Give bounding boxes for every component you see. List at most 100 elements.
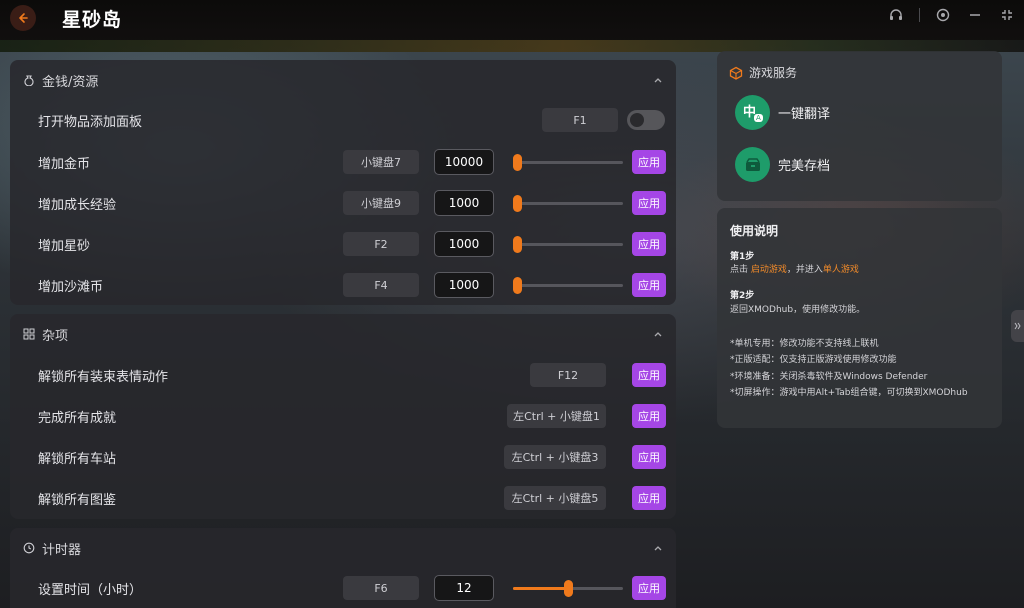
section-title: 杂项: [42, 328, 69, 344]
divider: [919, 8, 920, 22]
option-label: 完成所有成就: [38, 411, 117, 426]
instructions-card: 使用说明 第1步 点击 启动游戏，并进入单人游戏 第2步 返回XMODhub，使…: [717, 208, 1002, 428]
services-title: 游戏服务: [749, 66, 798, 80]
chevron-up-icon[interactable]: [650, 72, 666, 88]
service-label: 一键翻译: [778, 107, 831, 122]
app-title: 星砂岛: [62, 9, 123, 31]
option-row: 打开物品添加面板 F1: [10, 100, 676, 141]
service-label: 完美存档: [778, 159, 831, 174]
option-label: 增加金币: [38, 157, 91, 172]
section-misc: 杂项 解锁所有装束表情动作 F12 应用 完成所有成就 左Ctrl + 小键盘1…: [10, 314, 676, 519]
headset-icon[interactable]: [887, 6, 905, 24]
value-input[interactable]: 1000: [434, 272, 494, 298]
option-label: 设置时间（小时）: [38, 583, 143, 598]
value-input[interactable]: 1000: [434, 190, 494, 216]
apply-button[interactable]: 应用: [632, 232, 666, 256]
hotkey-badge[interactable]: 左Ctrl + 小键盘5: [504, 486, 606, 510]
option-row: 增加沙滩币 F4 1000 应用: [10, 265, 676, 306]
value-slider[interactable]: [513, 580, 623, 597]
slider-knob[interactable]: [513, 195, 522, 212]
hotkey-badge[interactable]: F4: [343, 273, 419, 297]
service-translate[interactable]: 中 A 一键翻译: [735, 95, 830, 130]
title-bar: 星砂岛: [0, 0, 1024, 52]
hotkey-badge[interactable]: F1: [542, 108, 618, 132]
section-header[interactable]: 金钱/资源: [10, 60, 676, 100]
note-line: *环境准备：关闭杀毒软件及Windows Defender: [730, 372, 928, 382]
expand-panel-button[interactable]: [1011, 310, 1024, 342]
apply-button[interactable]: 应用: [632, 363, 666, 387]
section-money: 金钱/资源 打开物品添加面板 F1 增加金币 小键盘7 10000 应用 增加成…: [10, 60, 676, 305]
service-save[interactable]: 完美存档: [735, 147, 830, 182]
services-header: 游戏服务: [729, 64, 797, 81]
chevron-up-icon[interactable]: [650, 540, 666, 556]
step1-title: 第1步: [730, 252, 755, 262]
option-label: 增加成长经验: [38, 198, 117, 213]
option-row: 增加金币 小键盘7 10000 应用: [10, 142, 676, 183]
option-row: 设置时间（小时） F6 12 应用: [10, 568, 676, 608]
save-archive-icon: [735, 147, 770, 182]
step1-text: 点击 启动游戏，并进入单人游戏: [730, 262, 859, 275]
minimize-icon[interactable]: [966, 6, 984, 24]
apply-button[interactable]: 应用: [632, 150, 666, 174]
option-label: 增加沙滩币: [38, 280, 104, 295]
coin-bag-icon: [22, 73, 36, 87]
apply-button[interactable]: 应用: [632, 576, 666, 600]
step1-middle: ，并进入: [786, 265, 823, 275]
section-title: 金钱/资源: [42, 74, 99, 90]
section-title: 计时器: [42, 542, 82, 558]
apply-button[interactable]: 应用: [632, 486, 666, 510]
single-player-link[interactable]: 单人游戏: [823, 265, 859, 275]
back-button[interactable]: [10, 5, 36, 31]
value-input[interactable]: 12: [434, 575, 494, 601]
translate-icon: 中 A: [735, 95, 770, 130]
chevron-up-icon[interactable]: [650, 326, 666, 342]
option-row: 增加成长经验 小键盘9 1000 应用: [10, 183, 676, 224]
apply-button[interactable]: 应用: [632, 404, 666, 428]
value-slider[interactable]: [513, 277, 623, 294]
option-label: 解锁所有装束表情动作: [38, 370, 169, 385]
game-services-card: 游戏服务 中 A 一键翻译 完美存档: [717, 51, 1002, 201]
option-row: 解锁所有装束表情动作 F12 应用: [10, 355, 676, 396]
shrink-icon[interactable]: [998, 6, 1016, 24]
step2-title: 第2步: [730, 291, 755, 301]
section-timer: 计时器 设置时间（小时） F6 12 应用: [10, 528, 676, 608]
option-label: 增加星砂: [38, 239, 91, 254]
section-header[interactable]: 杂项: [10, 314, 676, 354]
cube-icon: [729, 66, 743, 80]
launch-game-link[interactable]: 启动游戏: [751, 265, 787, 275]
instructions-title: 使用说明: [730, 224, 779, 238]
slider-knob[interactable]: [513, 277, 522, 294]
value-input[interactable]: 10000: [434, 149, 494, 175]
option-row: 解锁所有车站 左Ctrl + 小键盘3 应用: [10, 437, 676, 478]
apply-button[interactable]: 应用: [632, 273, 666, 297]
settings-icon[interactable]: [934, 6, 952, 24]
hotkey-badge[interactable]: 左Ctrl + 小键盘3: [504, 445, 606, 469]
option-label: 解锁所有车站: [38, 452, 117, 467]
value-input[interactable]: 1000: [434, 231, 494, 257]
toggle-switch[interactable]: [627, 110, 665, 130]
hotkey-badge[interactable]: 小键盘9: [343, 191, 419, 215]
hotkey-badge[interactable]: F6: [343, 576, 419, 600]
grid-icon: [22, 327, 36, 341]
section-header[interactable]: 计时器: [10, 528, 676, 568]
option-row: 增加星砂 F2 1000 应用: [10, 224, 676, 265]
hotkey-badge[interactable]: 小键盘7: [343, 150, 419, 174]
value-slider[interactable]: [513, 236, 623, 253]
value-slider[interactable]: [513, 154, 623, 171]
clock-icon: [22, 541, 36, 555]
hotkey-badge[interactable]: 左Ctrl + 小键盘1: [507, 404, 606, 428]
hotkey-badge[interactable]: F2: [343, 232, 419, 256]
window-controls: [887, 6, 1016, 24]
slider-knob[interactable]: [513, 154, 522, 171]
slider-knob[interactable]: [513, 236, 522, 253]
hotkey-badge[interactable]: F12: [530, 363, 606, 387]
option-label: 打开物品添加面板: [38, 115, 143, 130]
value-slider[interactable]: [513, 195, 623, 212]
note-line: *切屏操作：游戏中用Alt+Tab组合键，可切换到XMODhub: [730, 388, 968, 398]
apply-button[interactable]: 应用: [632, 191, 666, 215]
chevron-right-icon: [1014, 322, 1021, 330]
apply-button[interactable]: 应用: [632, 445, 666, 469]
slider-knob[interactable]: [564, 580, 573, 597]
step1-prefix: 点击: [730, 265, 751, 275]
toggle-knob: [630, 113, 644, 127]
